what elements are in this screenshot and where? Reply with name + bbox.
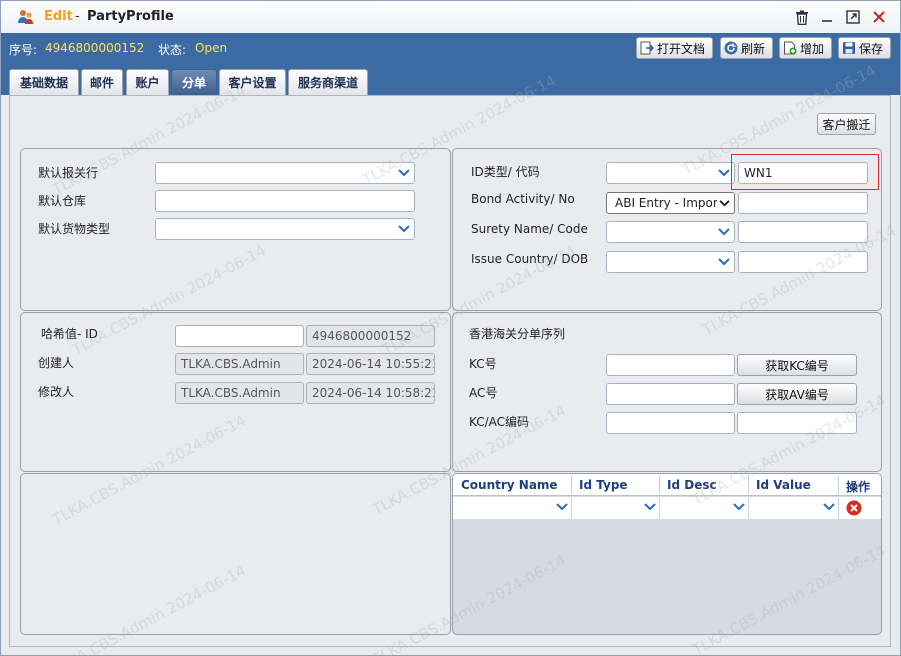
chevron-down-icon [556,500,568,514]
window-title: PartyProfile [87,9,174,24]
kc-input[interactable] [606,354,735,376]
action-cell [839,497,881,519]
col-action: 操作 [846,480,871,494]
add-label: 增加 [800,41,825,56]
chevron-down-icon [396,165,412,181]
id-value-cell[interactable] [749,497,839,519]
hk-customs-title: 香港海关分单序列 [469,327,566,341]
default-warehouse-input[interactable] [155,190,415,212]
maximize-icon[interactable] [844,8,862,26]
modified-by-label: 修改人 [38,385,75,399]
save-icon [843,42,855,54]
default-goods-type-select[interactable] [155,218,415,240]
col-divider [748,476,749,494]
issue-country-select[interactable] [606,251,735,273]
chevron-down-icon [733,500,745,514]
bond-activity-value: ABI Entry - Importer [615,196,717,210]
surety-code-input[interactable] [738,221,868,243]
default-warehouse-label: 默认仓库 [38,194,87,208]
modified-by-field: TLKA.CBS.Admin [175,382,304,404]
chevron-down-icon [644,500,656,514]
modified-at-field: 2024-06-14 10:58:21 [306,382,435,404]
title-mode: Edit [44,9,73,24]
id-type-select[interactable] [606,162,735,184]
refresh-icon [724,41,738,55]
surety-name-select[interactable] [606,221,735,243]
chevron-down-icon [716,165,732,181]
kc-label: KC号 [469,357,497,371]
close-icon[interactable] [870,8,888,26]
col-id-value[interactable]: Id Value [756,478,811,492]
hash-label: 哈希值- ID [41,327,98,341]
id-type-label: ID类型/ 代码 [471,165,540,179]
refresh-button[interactable]: 刷新 [720,37,773,59]
id-grid: Country Name Id Type Id Desc Id Value 操作 [452,473,882,635]
kcac-input-1[interactable] [606,412,735,434]
add-document-icon [784,41,797,55]
open-document-icon [640,41,654,55]
kcac-input-2[interactable] [737,412,857,434]
bond-activity-label: Bond Activity/ No [471,192,575,206]
party-profile-window: Edit - PartyProfile 序号: 4946800000152 状态… [0,0,901,656]
tab-customer-settings[interactable]: 客户设置 [219,69,286,95]
open-document-label: 打开文档 [657,41,706,56]
country-name-cell[interactable] [453,497,572,519]
tab-basic-data[interactable]: 基础数据 [9,69,79,95]
seq-value: 4946800000152 [45,41,145,55]
ac-label: AC号 [469,386,498,400]
created-by-label: 创建人 [38,356,75,370]
col-id-desc[interactable]: Id Desc [667,478,717,492]
bond-activity-select[interactable]: ABI Entry - Importer [606,192,735,214]
empty-panel [20,473,451,635]
tab-mail[interactable]: 邮件 [81,69,123,95]
issue-country-label: Issue Country/ DOB [471,252,589,266]
surety-label: Surety Name/ Code [471,222,588,236]
col-divider [659,476,660,494]
minimize-icon[interactable] [818,8,836,26]
chevron-down-icon [716,195,732,211]
state-label: 状态: [158,43,187,57]
dob-input[interactable] [738,251,868,273]
grid-header: Country Name Id Type Id Desc Id Value 操作 [453,474,881,496]
add-button[interactable]: 增加 [779,37,832,59]
col-divider [838,476,839,494]
trash-icon[interactable] [793,8,811,26]
get-kc-button[interactable]: 获取KC编号 [737,354,857,376]
id-field: 4946800000152 [306,325,435,347]
chevron-down-icon [823,500,835,514]
tab-provider-channel[interactable]: 服务商渠道 [288,69,368,95]
save-button[interactable]: 保存 [838,37,891,59]
title-separator: - [75,9,80,24]
tab-account[interactable]: 账户 [126,69,169,95]
id-type-cell[interactable] [572,497,660,519]
chevron-down-icon [716,254,732,270]
state-value: Open [195,41,228,55]
refresh-label: 刷新 [741,41,766,56]
default-goods-type-label: 默认货物类型 [38,222,111,236]
chevron-down-icon [716,224,732,240]
customer-move-button[interactable]: 客户搬迁 [817,113,876,135]
id-desc-cell[interactable] [660,497,749,519]
default-broker-select[interactable] [155,162,415,184]
hash-input[interactable] [175,325,304,347]
kcac-label: KC/AC编码 [469,415,530,429]
open-document-button[interactable]: 打开文档 [636,37,713,59]
seq-label: 序号: [9,43,38,57]
delete-icon[interactable] [846,500,862,519]
tab-split[interactable]: 分单 [171,69,217,95]
users-icon [17,9,35,25]
save-label: 保存 [859,41,884,56]
default-broker-label: 默认报关行 [38,166,99,180]
created-at-field: 2024-06-14 10:55:21 [306,353,435,375]
col-id-type[interactable]: Id Type [579,478,628,492]
chevron-down-icon [396,221,412,237]
col-country-name[interactable]: Country Name [461,478,558,492]
focus-highlight [731,154,879,190]
created-by-field: TLKA.CBS.Admin [175,353,304,375]
get-av-button[interactable]: 获取AV编号 [737,383,857,405]
bond-no-input[interactable] [738,192,868,214]
ac-input[interactable] [606,383,735,405]
col-divider [571,476,572,494]
